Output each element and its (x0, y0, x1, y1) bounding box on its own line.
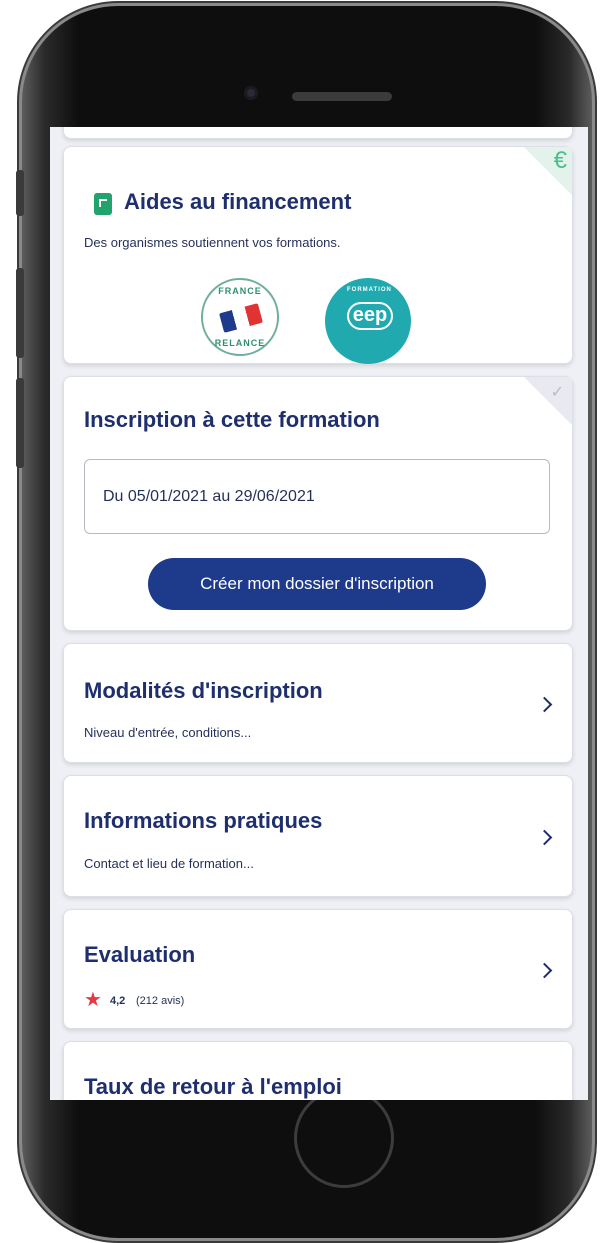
previous-card (63, 127, 573, 139)
section-registration-terms[interactable]: Modalités d'inscription Niveau d'entrée,… (63, 643, 573, 763)
section-subtitle: Contact et lieu de formation... (84, 856, 254, 871)
section-practical-info[interactable]: Informations pratiques Contact et lieu d… (63, 775, 573, 897)
app-screen: € Aides au financement Des organismes so… (50, 127, 588, 1100)
earpiece-speaker (292, 92, 392, 101)
person-check-icon: ✓ (550, 384, 564, 401)
section-title: Modalités d'inscription (84, 678, 323, 703)
review-count: (212 avis) (136, 995, 185, 1007)
eep-logo: FORMATION eep (325, 278, 411, 364)
section-title: Evaluation (84, 942, 196, 967)
volume-down-button[interactable] (16, 378, 24, 468)
section-evaluation[interactable]: Evaluation ★ 4,2 (212 avis) (63, 909, 573, 1029)
front-camera (244, 86, 258, 100)
financing-title: Aides au financement (124, 189, 352, 214)
france-relance-logo: FRANCE RELANCE (201, 278, 279, 356)
section-employment-rate[interactable]: Taux de retour à l'emploi (63, 1041, 573, 1100)
chevron-right-icon (536, 696, 553, 713)
euro-icon: € (553, 147, 567, 174)
volume-up-button[interactable] (16, 268, 24, 358)
registration-card: ✓ Inscription à cette formation Du 05/01… (63, 376, 573, 631)
home-button[interactable] (294, 1088, 394, 1188)
registration-title: Inscription à cette formation (84, 407, 380, 432)
financing-icon (94, 193, 112, 215)
chevron-right-icon (536, 962, 553, 979)
flags-icon (219, 303, 263, 333)
chevron-right-icon (536, 829, 553, 846)
financing-subtitle: Des organismes soutiennent vos formation… (84, 235, 341, 250)
section-subtitle: Niveau d'entrée, conditions... (84, 725, 252, 740)
registration-corner (524, 377, 572, 425)
section-title: Taux de retour à l'emploi (84, 1074, 342, 1099)
create-application-button[interactable]: Créer mon dossier d'inscription (148, 558, 486, 610)
section-title: Informations pratiques (84, 808, 323, 833)
rating-value: 4,2 (110, 995, 126, 1007)
financing-card: € Aides au financement Des organismes so… (63, 146, 573, 364)
session-date-select[interactable]: Du 05/01/2021 au 29/06/2021 (84, 459, 550, 534)
star-icon: ★ (84, 989, 102, 1011)
mute-switch[interactable] (16, 170, 24, 216)
